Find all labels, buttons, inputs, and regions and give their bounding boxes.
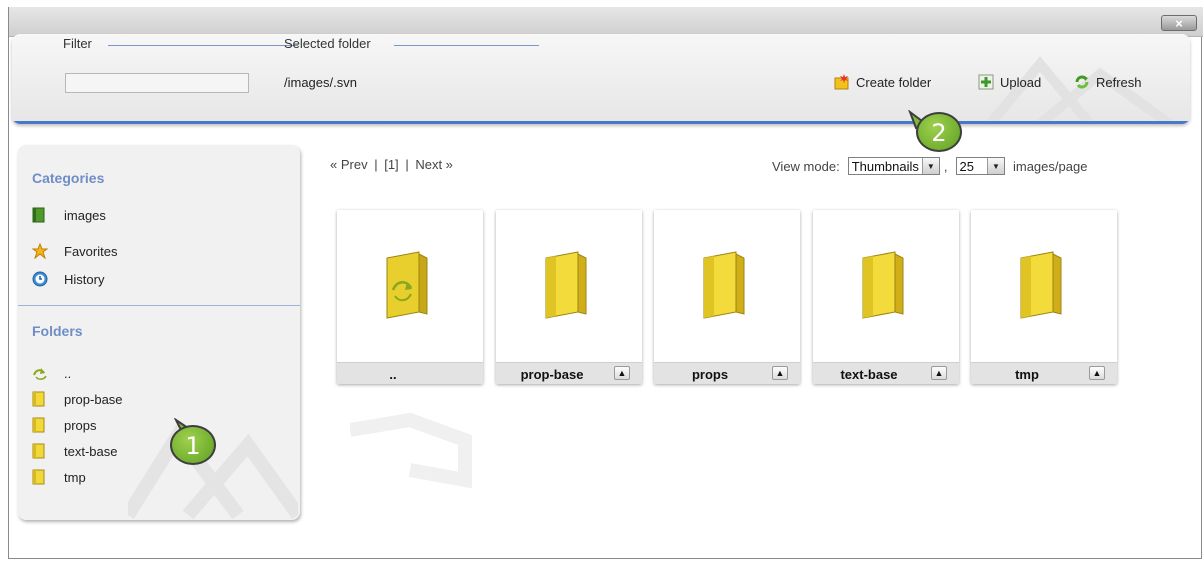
category-label: History <box>64 271 105 287</box>
clock-icon <box>32 271 48 287</box>
thumbnail-caption: text-base ▲ <box>813 362 959 384</box>
new-folder-icon <box>834 74 850 90</box>
thumbnail-tmp[interactable]: tmp ▲ <box>971 210 1117 384</box>
book-icon <box>32 207 46 223</box>
folder-icon <box>32 469 46 485</box>
callout-1: 1 <box>170 425 216 465</box>
content-watermark <box>350 412 472 489</box>
prev-link[interactable]: « Prev <box>330 157 368 172</box>
star-icon <box>31 242 49 260</box>
view-mode-label: View mode: <box>772 158 840 174</box>
per-page-label: images/page <box>1012 158 1088 174</box>
folder-icon <box>703 251 745 319</box>
thumbnail-name: tmp <box>1015 367 1039 382</box>
refresh-button[interactable]: Refresh <box>1074 72 1142 92</box>
folder-icon <box>32 443 46 459</box>
view-comma: , <box>943 158 948 174</box>
filter-label-group: Filter <box>63 36 298 51</box>
selected-folder-label: Selected folder <box>284 36 371 51</box>
thumbnail-caption: tmp ▲ <box>971 362 1117 384</box>
thumbnail-text-base[interactable]: text-base ▲ <box>813 210 959 384</box>
category-images[interactable]: images <box>32 205 106 225</box>
pager-separator: | <box>405 157 409 172</box>
folder-label: prop-base <box>64 391 123 407</box>
thumbnail-name: props <box>691 367 729 382</box>
folder-icon <box>32 391 46 407</box>
selected-folder-label-group: Selected folder <box>284 36 539 51</box>
chevron-down-icon: ▼ <box>921 158 939 174</box>
thumbnail-prop-base[interactable]: prop-base ▲ <box>496 210 642 384</box>
folder-icon <box>1020 251 1062 319</box>
folder-label: props <box>64 417 97 433</box>
folder-label: text-base <box>64 443 118 459</box>
thumbnail-parent[interactable]: .. <box>337 210 483 384</box>
upload-label: Upload <box>1000 74 1042 90</box>
per-page-select[interactable]: 25 ▼ <box>955 157 1005 175</box>
filter-rule <box>108 45 298 46</box>
folders-heading: Folders <box>32 323 83 339</box>
thumbnail-props[interactable]: props ▲ <box>654 210 800 384</box>
toolbar-accent-line <box>12 121 1190 124</box>
pagination: « Prev | [1] | Next » <box>330 157 453 172</box>
refresh-icon <box>1074 74 1090 90</box>
folder-item-prop-base[interactable]: prop-base <box>32 389 123 409</box>
thumbnail-caption: props ▲ <box>654 362 800 384</box>
folder-label: .. <box>64 365 72 381</box>
thumbnail-name: .. <box>389 367 397 382</box>
folder-icon <box>32 417 46 433</box>
folder-item-tmp[interactable]: tmp <box>32 467 86 487</box>
close-icon: × <box>1175 16 1183 31</box>
sidebar: Categories images Favorites History Fold… <box>18 145 300 520</box>
view-mode-select[interactable]: Thumbnails ▼ <box>847 157 940 175</box>
next-link[interactable]: Next » <box>415 157 453 172</box>
create-folder-button[interactable]: Create folder <box>834 72 931 92</box>
per-page-value: 25 <box>959 158 974 174</box>
callout-2: 2 <box>916 112 962 152</box>
upload-icon <box>978 74 994 90</box>
create-folder-label: Create folder <box>856 74 932 90</box>
view-options: View mode: Thumbnails ▼ , 25 ▼ images/pa… <box>772 157 1087 175</box>
thumbnail-name: text-base <box>840 367 898 382</box>
close-button[interactable]: × <box>1161 15 1197 31</box>
folder-item-text-base[interactable]: text-base <box>32 441 117 461</box>
move-up-button[interactable]: ▲ <box>1089 366 1105 380</box>
upload-button[interactable]: Upload <box>978 72 1041 92</box>
sidebar-divider <box>18 305 300 306</box>
move-up-button[interactable]: ▲ <box>772 366 788 380</box>
filter-input[interactable] <box>65 73 249 93</box>
thumbnail-caption: .. <box>337 362 483 384</box>
category-history[interactable]: History <box>32 269 104 289</box>
chevron-down-icon: ▼ <box>986 158 1004 174</box>
toolbar: Filter Selected folder /images/.svn Crea… <box>12 34 1190 124</box>
folder-item-parent[interactable]: .. <box>32 363 71 383</box>
refresh-label: Refresh <box>1096 74 1142 90</box>
folder-up-icon <box>386 251 428 319</box>
move-up-button[interactable]: ▲ <box>931 366 947 380</box>
category-label: images <box>64 207 106 223</box>
category-label: Favorites <box>64 243 118 259</box>
pager-separator: | <box>374 157 378 172</box>
selected-folder-rule <box>394 45 539 46</box>
filter-label: Filter <box>63 36 92 51</box>
folder-item-props[interactable]: props <box>32 415 97 435</box>
categories-heading: Categories <box>32 170 105 186</box>
folder-icon <box>862 251 904 319</box>
move-up-button[interactable]: ▲ <box>614 366 630 380</box>
selected-folder-path: /images/.svn <box>284 75 357 90</box>
folder-label: tmp <box>64 469 86 485</box>
folder-icon <box>545 251 587 319</box>
folder-up-icon <box>32 365 47 381</box>
thumbnail-name: prop-base <box>520 367 584 382</box>
current-page[interactable]: [1] <box>384 157 398 172</box>
thumbnail-caption: prop-base ▲ <box>496 362 642 384</box>
title-bar: × <box>9 7 1203 37</box>
category-favorites[interactable]: Favorites <box>31 241 118 261</box>
view-mode-value: Thumbnails <box>851 158 919 174</box>
